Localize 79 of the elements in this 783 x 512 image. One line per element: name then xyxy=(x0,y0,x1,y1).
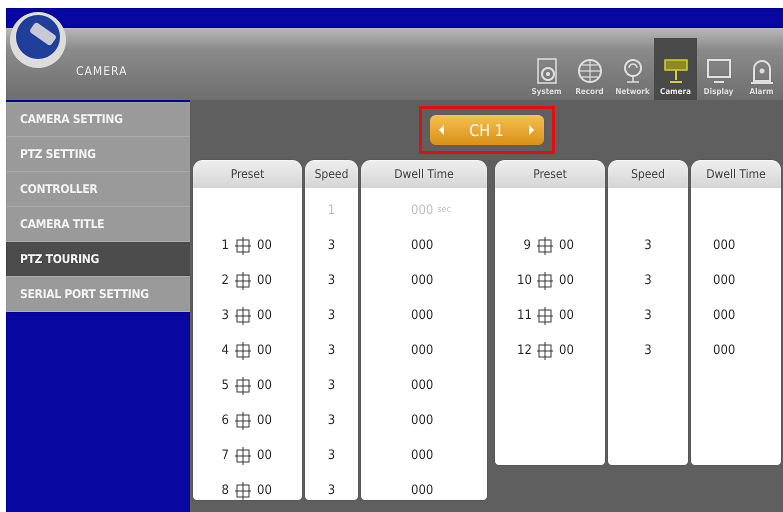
dwell-time-value[interactable]: 000 xyxy=(411,308,434,323)
crosshair-icon xyxy=(235,482,251,500)
row-number: 8 xyxy=(220,483,229,498)
crosshair-icon xyxy=(537,342,553,360)
dwell-time-value[interactable]: 000 xyxy=(411,273,434,288)
globe-icon xyxy=(576,57,604,85)
column-header: Dwell Time xyxy=(691,160,781,188)
speed-value[interactable]: 3 xyxy=(644,343,652,358)
default-dwell-time: 000 xyxy=(411,202,434,218)
row-number: 3 xyxy=(220,308,229,323)
preset-value[interactable]: 00 xyxy=(257,273,272,288)
row-number: 1 xyxy=(220,238,229,253)
monitor-icon xyxy=(704,57,732,85)
crosshair-icon xyxy=(235,236,251,254)
row-number: 11 xyxy=(517,308,531,323)
crosshair-icon xyxy=(537,236,553,254)
speed-value[interactable]: 3 xyxy=(328,378,336,393)
dwell-time-value[interactable]: 000 xyxy=(411,483,434,498)
dwell-time-value[interactable]: 000 xyxy=(713,343,736,358)
left-arrow-icon xyxy=(438,124,444,136)
dwell-time-value[interactable]: 000 xyxy=(411,378,434,393)
dwell-time-value[interactable]: 000 xyxy=(411,238,434,253)
row-number: 4 xyxy=(220,343,229,358)
crosshair-icon xyxy=(537,272,553,290)
preset-value[interactable]: 00 xyxy=(257,343,272,358)
speed-value[interactable]: 3 xyxy=(328,308,336,323)
speed-value[interactable]: 3 xyxy=(644,238,652,253)
speed-value[interactable]: 3 xyxy=(328,273,336,288)
preset-value[interactable]: 00 xyxy=(257,238,272,253)
dwell-time-value[interactable]: 000 xyxy=(411,448,434,463)
column-header: Speed xyxy=(608,160,688,188)
speed-value[interactable]: 3 xyxy=(644,273,652,288)
preset-value[interactable]: 00 xyxy=(257,413,272,428)
menu-tab[interactable]: Camera xyxy=(654,38,697,100)
preset-value[interactable]: 00 xyxy=(559,308,574,323)
speed-value[interactable]: 3 xyxy=(328,413,336,428)
preset-value[interactable]: 00 xyxy=(257,483,272,498)
camera-stand-icon xyxy=(662,57,690,85)
column-header: Preset xyxy=(495,160,605,188)
channel-label: CH 1 xyxy=(469,120,504,140)
speed-value[interactable]: 3 xyxy=(328,238,336,253)
dwell-time-value[interactable]: 000 xyxy=(713,308,736,323)
row-number: 9 xyxy=(522,238,531,253)
crosshair-icon xyxy=(235,306,251,324)
preset-value[interactable]: 00 xyxy=(257,448,272,463)
column-header: Preset xyxy=(193,160,302,188)
row-number: 10 xyxy=(517,273,531,288)
crosshair-icon xyxy=(537,306,553,324)
dwell-time-value[interactable]: 000 xyxy=(411,343,434,358)
column-header: Dwell Time xyxy=(361,160,487,188)
row-number: 2 xyxy=(220,273,229,288)
preset-value[interactable]: 00 xyxy=(257,308,272,323)
sidebar-item[interactable]: PTZ TOURING xyxy=(6,242,190,277)
row-number: 5 xyxy=(220,378,229,393)
speed-value[interactable]: 3 xyxy=(644,308,652,323)
preset-value[interactable]: 00 xyxy=(559,238,574,253)
preset-value[interactable]: 00 xyxy=(559,343,574,358)
crosshair-icon xyxy=(235,272,251,290)
dwell-time-value[interactable]: 000 xyxy=(713,273,736,288)
dwell-time-value[interactable]: 000 xyxy=(713,238,736,253)
speed-value[interactable]: 3 xyxy=(328,483,336,498)
preset-value[interactable]: 00 xyxy=(559,273,574,288)
dwell-time-value[interactable]: 000 xyxy=(411,413,434,428)
crosshair-icon xyxy=(235,376,251,394)
row-number: 7 xyxy=(220,448,229,463)
row-number: 12 xyxy=(517,343,531,358)
unit-label: sec xyxy=(437,205,451,215)
preset-value[interactable]: 00 xyxy=(257,378,272,393)
crosshair-icon xyxy=(235,342,251,360)
crosshair-icon xyxy=(235,412,251,430)
camera-logo-icon xyxy=(8,10,68,70)
column-header: Speed xyxy=(305,160,358,188)
default-speed: 1 xyxy=(328,202,336,218)
row-number: 6 xyxy=(220,413,229,428)
crosshair-icon xyxy=(235,446,251,464)
right-arrow-icon xyxy=(528,124,536,136)
speed-value[interactable]: 3 xyxy=(328,343,336,358)
app-title: CAMERA xyxy=(76,64,128,78)
speed-value[interactable]: 3 xyxy=(328,448,336,463)
